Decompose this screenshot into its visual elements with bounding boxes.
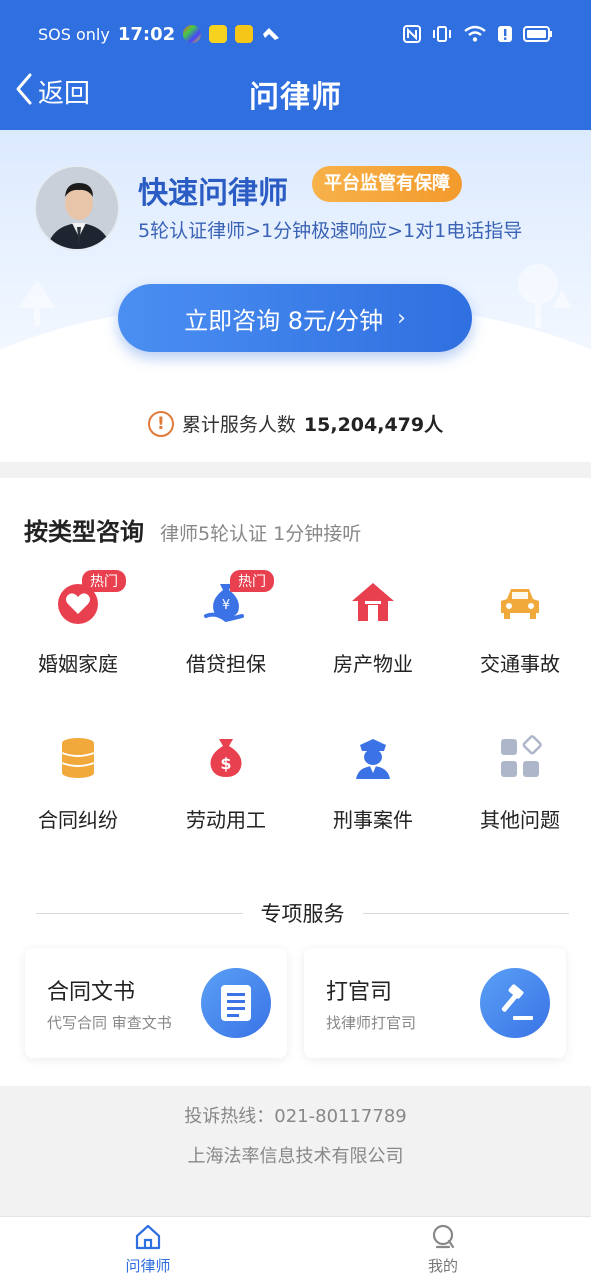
gavel-icon xyxy=(480,968,550,1038)
hero-subtitle: 5轮认证律师>1分钟极速响应>1对1电话指导 xyxy=(138,220,523,242)
category-label: 合同纠纷 xyxy=(38,808,118,832)
category-labor-employment[interactable]: $ 劳动用工 xyxy=(152,728,300,858)
special-services-header: 专项服务 xyxy=(36,898,569,928)
info-icon: ! xyxy=(147,410,174,437)
category-criminal-case[interactable]: 刑事案件 xyxy=(299,728,447,858)
divider-line xyxy=(36,912,243,914)
category-marriage-family[interactable]: 热门 婚姻家庭 xyxy=(4,570,152,702)
lawyer-avatar xyxy=(34,165,120,251)
app-notification-icon xyxy=(261,26,281,42)
wage-bag-icon: $ xyxy=(210,739,242,777)
tab-label: 问律师 xyxy=(125,1257,171,1275)
app-notification-icon xyxy=(209,25,228,43)
tree-decoration xyxy=(518,264,572,328)
guarantee-badge: 平台监管有保障 xyxy=(312,166,462,202)
home-icon xyxy=(135,1224,161,1250)
category-contract-dispute[interactable]: 合同纠纷 xyxy=(4,728,152,858)
battery-icon xyxy=(523,25,553,43)
document-icon xyxy=(201,968,271,1038)
hot-badge: 热门 xyxy=(230,570,274,592)
category-real-estate[interactable]: 房产物业 xyxy=(299,572,447,702)
hero-section: 快速问律师 平台监管有保障 5轮认证律师>1分钟极速响应>1对1电话指导 立即咨… xyxy=(0,130,591,460)
category-label: 其他问题 xyxy=(480,808,560,832)
category-label: 房产物业 xyxy=(333,652,413,676)
tab-my[interactable]: 我的 xyxy=(383,1223,503,1276)
consult-now-label: 立即咨询 8元/分钟 xyxy=(184,306,384,335)
served-label: 累计服务人数 xyxy=(181,414,296,436)
category-label: 婚姻家庭 xyxy=(38,652,118,676)
status-bar: SOS only 17:02 xyxy=(38,22,553,46)
category-header: 按类型咨询 律师5轮认证 1分钟接听 xyxy=(24,512,361,547)
chevron-right-icon: › xyxy=(397,305,406,331)
special-services-title: 专项服务 xyxy=(260,902,345,926)
category-subtitle: 律师5轮认证 1分钟接听 xyxy=(160,523,362,545)
category-label: 劳动用工 xyxy=(186,808,266,832)
category-label: 交通事故 xyxy=(480,652,560,676)
tab-label: 我的 xyxy=(427,1257,458,1275)
category-title: 按类型咨询 xyxy=(24,518,144,546)
card-subtitle: 找律师打官司 xyxy=(326,1014,417,1032)
house-icon xyxy=(352,583,394,621)
served-count-row: ! 累计服务人数 15,204,479人 xyxy=(0,410,591,437)
car-icon xyxy=(501,589,539,619)
company-name: 上海法率信息技术有限公司 xyxy=(187,1146,404,1167)
category-other[interactable]: 其他问题 xyxy=(446,728,591,858)
coins-icon xyxy=(61,738,95,778)
vibrate-icon xyxy=(431,25,453,43)
top-bar: SOS only 17:02 返回 问律师 xyxy=(0,0,591,130)
carrier-label: SOS only xyxy=(38,24,110,44)
wifi-icon xyxy=(463,25,487,43)
clock: 17:02 xyxy=(117,23,176,45)
consult-now-button[interactable]: 立即咨询 8元/分钟 › xyxy=(118,284,472,352)
category-traffic-accident[interactable]: 交通事故 xyxy=(446,572,591,702)
grid-icon xyxy=(501,735,542,777)
card-subtitle: 代写合同 审查文书 xyxy=(47,1014,172,1032)
footer: 投诉热线：021-80117789 上海法率信息技术有限公司 xyxy=(0,1086,591,1216)
user-icon xyxy=(432,1224,455,1249)
hero-title: 快速问律师 xyxy=(138,176,288,211)
category-label: 借贷担保 xyxy=(186,652,266,676)
police-icon xyxy=(356,739,390,779)
section-divider xyxy=(0,462,591,478)
tree-decoration xyxy=(18,280,56,326)
bottom-tab-bar: 问律师 我的 xyxy=(0,1216,591,1280)
lawsuit-card[interactable]: 打官司 找律师打官司 xyxy=(304,948,566,1058)
card-title: 合同文书 xyxy=(47,980,136,1005)
hot-badge: 热门 xyxy=(82,570,126,592)
svg-text:$: $ xyxy=(220,754,231,773)
category-label: 刑事案件 xyxy=(333,808,413,832)
app-notification-icon xyxy=(235,25,254,43)
card-title: 打官司 xyxy=(326,980,393,1005)
complaint-hotline: 投诉热线：021-80117789 xyxy=(184,1106,407,1127)
category-loan-guarantee[interactable]: ¥ 热门 借贷担保 xyxy=(152,570,300,702)
tab-ask-lawyer[interactable]: 问律师 xyxy=(88,1223,208,1276)
nav-bar: 返回 问律师 xyxy=(0,62,591,122)
divider-line xyxy=(362,912,569,914)
alert-icon xyxy=(497,25,513,43)
page-title: 问律师 xyxy=(249,80,342,115)
app-notification-icon xyxy=(183,25,202,43)
served-count: 15,204,479人 xyxy=(303,414,444,436)
contract-document-card[interactable]: 合同文书 代写合同 审查文书 xyxy=(25,948,287,1058)
nfc-icon xyxy=(403,25,421,43)
svg-text:¥: ¥ xyxy=(222,598,230,613)
